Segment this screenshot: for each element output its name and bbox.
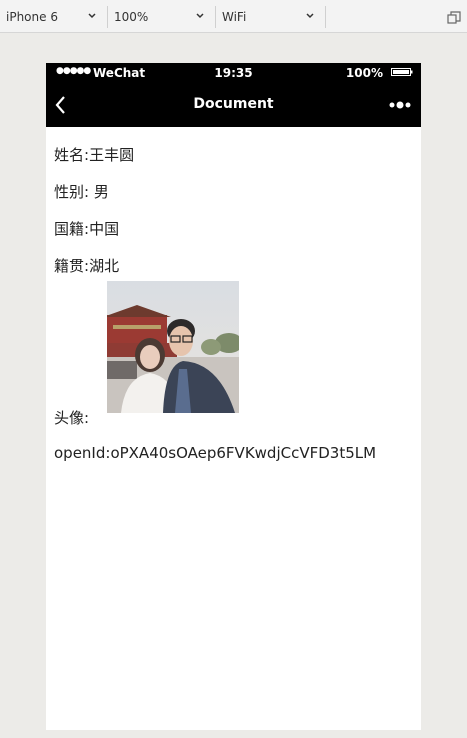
chevron-down-icon — [196, 13, 204, 19]
devtools-toolbar: iPhone 6 100% WiFi — [0, 0, 467, 33]
gender-row: 性别: 男 — [54, 181, 109, 202]
name-value: 王丰圆 — [89, 146, 135, 164]
avatar — [107, 281, 239, 413]
device-select[interactable]: iPhone 6 — [0, 6, 108, 28]
openid-label: openId: — [54, 444, 111, 462]
more-options-icon[interactable] — [389, 100, 411, 110]
rotate-icon[interactable] — [447, 11, 461, 25]
nationality-label: 国籍: — [54, 220, 90, 238]
battery-percentage: 100% — [345, 66, 383, 80]
name-row: 姓名:王丰圆 — [54, 144, 134, 165]
zoom-select-label: 100% — [114, 10, 149, 24]
network-select-label: WiFi — [222, 10, 247, 24]
phone-screen: ●●●●● WeChat 19:35 100% Document 姓名:王丰圆 … — [46, 63, 421, 730]
battery-icon — [391, 68, 413, 76]
zoom-select[interactable]: 100% — [108, 6, 216, 28]
openid-value: oPXA40sOAep6FVKwdjCcVFD3t5LM — [110, 444, 377, 462]
hometown-label: 籍贯: — [54, 257, 90, 275]
name-label: 姓名: — [54, 146, 90, 164]
chevron-down-icon — [88, 13, 96, 19]
hometown-row: 籍贯:湖北 — [54, 255, 119, 276]
chevron-down-icon — [306, 13, 314, 19]
status-bar: ●●●●● WeChat 19:35 100% — [46, 63, 421, 83]
page-title: Document — [193, 96, 274, 112]
hometown-value: 湖北 — [89, 257, 120, 275]
gender-value: 男 — [93, 183, 109, 201]
nationality-row: 国籍:中国 — [54, 218, 119, 239]
openid-row: openId:oPXA40sOAep6FVKwdjCcVFD3t5LM — [54, 444, 376, 462]
navigation-bar: Document — [46, 83, 421, 127]
gender-label: 性别: — [54, 183, 90, 201]
network-select[interactable]: WiFi — [216, 6, 326, 28]
avatar-row: 头像: — [54, 281, 239, 428]
nationality-value: 中国 — [89, 220, 120, 238]
avatar-label: 头像: — [54, 409, 90, 427]
device-select-label: iPhone 6 — [6, 10, 58, 24]
